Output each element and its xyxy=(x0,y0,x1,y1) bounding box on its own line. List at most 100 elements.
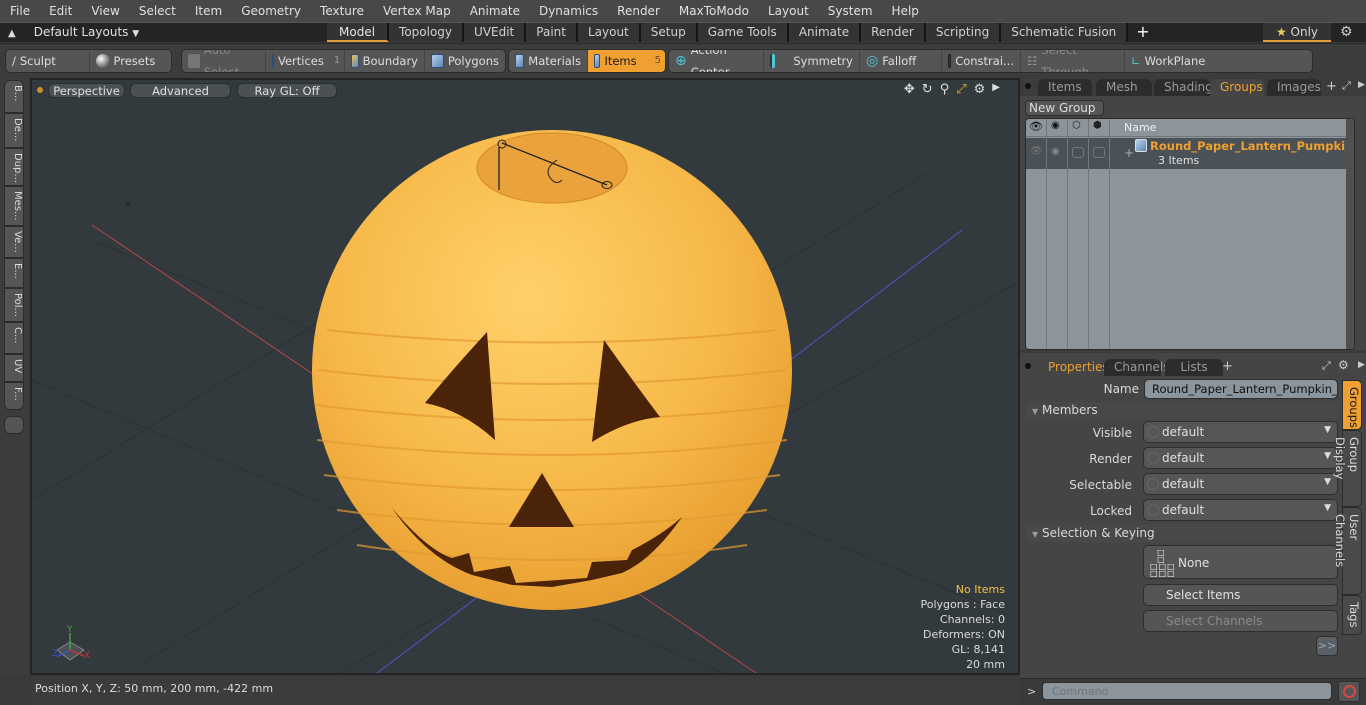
select-channels-button[interactable]: Select Channels xyxy=(1143,610,1338,632)
menu-geometry[interactable]: Geometry xyxy=(231,0,310,22)
selectable-dropdown[interactable]: default ▼ xyxy=(1143,473,1338,495)
select-through-button[interactable]: ☷ Select Through xyxy=(1021,50,1125,72)
menu-help[interactable]: Help xyxy=(882,0,928,22)
menu-vertex-map[interactable]: Vertex Map xyxy=(373,0,460,22)
groups-scrollbar[interactable] xyxy=(1346,119,1354,349)
row-selectable-checkbox[interactable] xyxy=(1072,147,1084,158)
side-tab-groups[interactable]: Groups xyxy=(1342,380,1362,430)
menu-texture[interactable]: Texture xyxy=(310,0,373,22)
tab-uvedit[interactable]: UVEdit xyxy=(464,23,527,42)
left-tab-de[interactable]: De... xyxy=(4,113,24,148)
selection-keying-section[interactable]: ▼ Selection & Keying xyxy=(1026,525,1338,542)
tab-groups[interactable]: Groups xyxy=(1210,79,1264,96)
3d-viewport[interactable]: × Y X Z Perspective Advanced Ray GL: Off… xyxy=(30,78,1020,675)
props-arrow-icon[interactable]: ▶ xyxy=(1358,360,1365,370)
add-panel-tab-icon[interactable]: + xyxy=(1326,79,1337,94)
group-name[interactable]: Round_Paper_Lantern_Pumpkin... xyxy=(1150,139,1354,153)
new-group-button[interactable]: New Group xyxy=(1025,100,1104,116)
only-toggle[interactable]: ★ Only xyxy=(1263,23,1331,42)
tab-layout[interactable]: Layout xyxy=(577,23,641,42)
menu-edit[interactable]: Edit xyxy=(39,0,81,22)
perspective-button[interactable]: Perspective xyxy=(48,83,125,98)
row-render-icon[interactable]: ◉ xyxy=(1051,146,1060,157)
members-section[interactable]: ▼ Members xyxy=(1026,402,1338,419)
side-tab-tags[interactable]: Tags xyxy=(1342,595,1362,635)
command-input[interactable] xyxy=(1042,682,1332,700)
record-button[interactable] xyxy=(1338,681,1360,702)
menu-file[interactable]: File xyxy=(0,0,39,22)
props-maximize-icon[interactable]: ⤢ xyxy=(1322,359,1331,373)
action-center-button[interactable]: ⊕ Action Center xyxy=(669,50,764,72)
menu-animate[interactable]: Animate xyxy=(460,0,529,22)
locked-dropdown[interactable]: default ▼ xyxy=(1143,499,1338,521)
menu-system[interactable]: System xyxy=(818,0,882,22)
left-tab-dup[interactable]: Dup... xyxy=(4,148,24,186)
tab-model[interactable]: Model xyxy=(327,23,390,42)
panel-maximize-icon[interactable]: ⤢ xyxy=(1342,79,1351,93)
keying-none-button[interactable]: □ □ □□□ □□□ None xyxy=(1143,545,1338,579)
collapse-arrow-icon[interactable]: ▲ xyxy=(8,24,16,43)
name-field[interactable]: Round_Paper_Lantern_Pumpkin_Head xyxy=(1144,379,1338,399)
left-tab-c[interactable]: C... xyxy=(4,322,24,354)
zoom-view-icon[interactable]: ⚲ xyxy=(940,82,950,97)
panel-arrow-icon[interactable]: ▶ xyxy=(1358,80,1365,90)
tab-mesh[interactable]: Mesh ... xyxy=(1096,79,1152,110)
render-dropdown[interactable]: default ▼ xyxy=(1143,447,1338,469)
falloff-button[interactable]: ◎ Falloff xyxy=(860,50,942,72)
rotate-view-icon[interactable]: ↻ xyxy=(922,82,933,97)
advanced-shading-button[interactable]: Advanced xyxy=(130,83,231,98)
boundary-button[interactable]: Boundary xyxy=(345,50,425,72)
tab-properties[interactable]: Properties xyxy=(1038,359,1109,376)
visibility-column-icon[interactable]: 👁 xyxy=(1029,120,1043,133)
row-lock-checkbox[interactable] xyxy=(1093,147,1105,158)
workplane-button[interactable]: ∟ WorkPlane xyxy=(1125,50,1211,72)
tab-setup[interactable]: Setup xyxy=(640,23,698,42)
add-tab-button[interactable]: + xyxy=(1128,23,1157,43)
lock-column-icon[interactable]: ⬢ xyxy=(1093,120,1102,131)
sculpt-button[interactable]: ∕ Sculpt xyxy=(6,50,90,72)
vertices-button[interactable]: Vertices 1 xyxy=(266,50,345,72)
select-items-button[interactable]: Select Items xyxy=(1143,584,1338,606)
menu-maxtomodo[interactable]: MaxToModo xyxy=(669,0,758,22)
group-row[interactable]: 👁 ◉ + Round_Paper_Lantern_Pumpkin... 3 I… xyxy=(1026,138,1354,169)
left-tab-f[interactable]: F... xyxy=(4,382,24,410)
tab-shading[interactable]: Shading xyxy=(1154,79,1213,96)
side-tab-group-display[interactable]: Group Display xyxy=(1333,430,1362,507)
tab-topology[interactable]: Topology xyxy=(389,23,465,42)
menu-select[interactable]: Select xyxy=(129,0,185,22)
left-tab-ve[interactable]: Ve... xyxy=(4,226,24,258)
symmetry-button[interactable]: Symmetry xyxy=(764,50,860,72)
move-view-icon[interactable]: ✥ xyxy=(904,82,915,97)
tab-animate[interactable]: Animate xyxy=(788,23,862,42)
left-tab-uv[interactable]: UV xyxy=(4,354,24,382)
viewport-gear-icon[interactable]: ⚙ xyxy=(974,82,986,97)
name-column-header[interactable]: Name xyxy=(1124,121,1156,134)
menu-layout[interactable]: Layout xyxy=(758,0,818,22)
auto-select-button[interactable]: Auto Select xyxy=(182,50,266,72)
presets-button[interactable]: Presets xyxy=(90,50,172,72)
layouts-dropdown[interactable]: Default Layouts ▼ xyxy=(34,23,139,44)
constraints-button[interactable]: Constrai... xyxy=(942,50,1021,72)
selectable-column-icon[interactable]: ⬡ xyxy=(1072,120,1081,131)
polygons-button[interactable]: Polygons xyxy=(425,50,505,72)
visible-dropdown[interactable]: default ▼ xyxy=(1143,421,1338,443)
props-gear-icon[interactable]: ⚙ xyxy=(1338,358,1349,372)
expand-arrow-icon[interactable]: ▶ xyxy=(992,82,1000,97)
more-button[interactable]: >> xyxy=(1316,636,1338,656)
left-tab-mes[interactable]: Mes... xyxy=(4,186,24,226)
tab-channels[interactable]: Channels xyxy=(1104,359,1170,376)
raygl-button[interactable]: Ray GL: Off xyxy=(237,83,337,98)
tab-scripting[interactable]: Scripting xyxy=(925,23,1002,42)
viewport-indicator-dot[interactable] xyxy=(37,87,43,93)
render-column-icon[interactable]: ◉ xyxy=(1051,120,1060,131)
materials-button[interactable]: Materials xyxy=(509,50,588,72)
menu-dynamics[interactable]: Dynamics xyxy=(529,0,607,22)
tab-images[interactable]: Images xyxy=(1267,79,1321,96)
gear-icon[interactable]: ⚙ xyxy=(1340,23,1353,42)
items-button[interactable]: Items 5 xyxy=(588,50,665,72)
expand-plus-icon[interactable]: + xyxy=(1124,146,1134,160)
side-tab-user-channels[interactable]: User Channels xyxy=(1333,507,1362,595)
tab-schematic-fusion[interactable]: Schematic Fusion xyxy=(1001,23,1129,42)
menu-view[interactable]: View xyxy=(81,0,128,22)
menu-item[interactable]: Item xyxy=(185,0,231,22)
